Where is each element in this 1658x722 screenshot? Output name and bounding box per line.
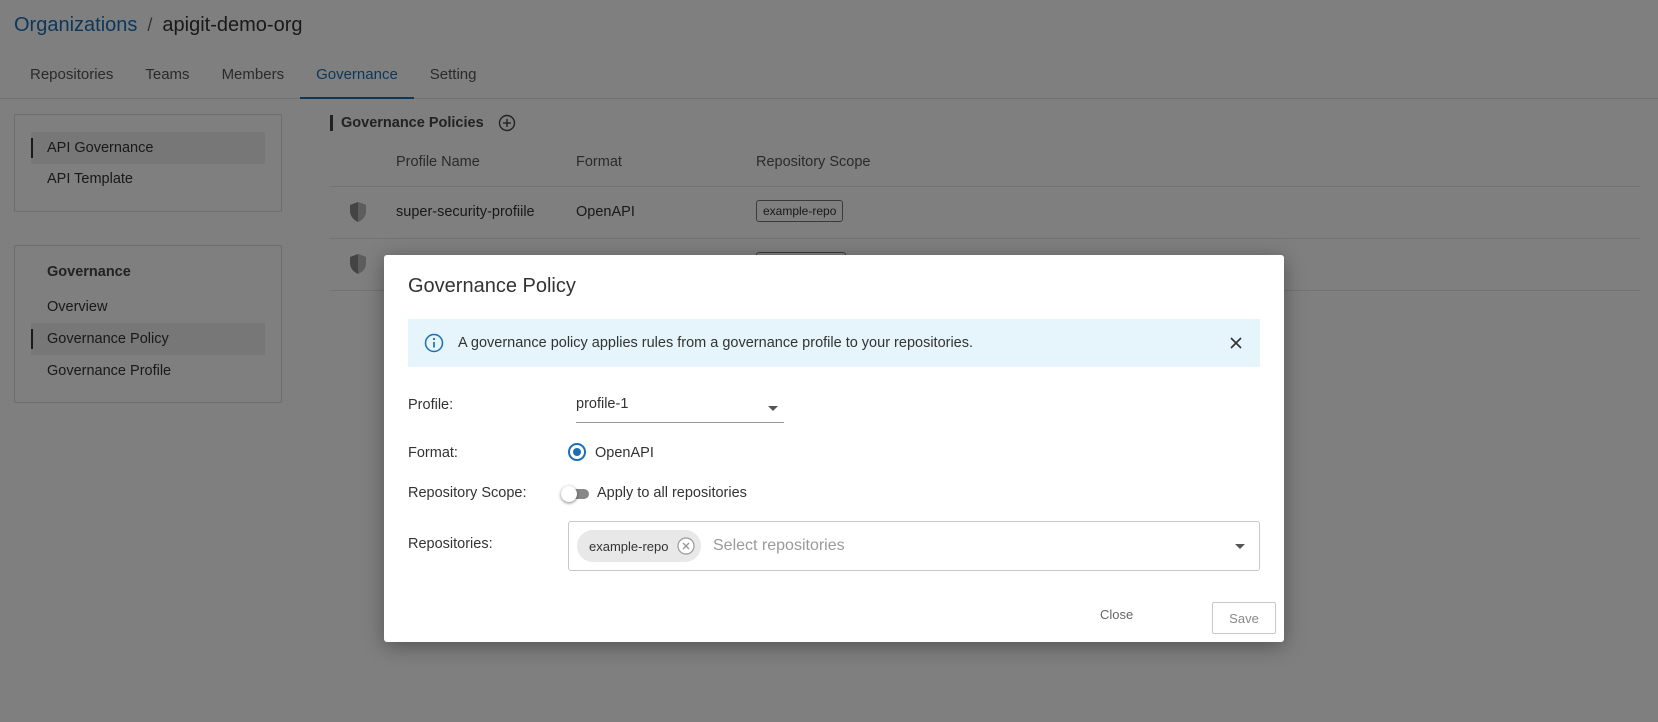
repo-chip: example-repo — [577, 530, 701, 562]
chevron-down-icon — [768, 406, 778, 411]
dialog-title: Governance Policy — [408, 275, 576, 297]
repo-chip-label: example-repo — [589, 538, 669, 554]
repositories-select[interactable]: example-repo Select repositories — [568, 521, 1260, 571]
info-icon — [424, 333, 444, 353]
profile-select[interactable]: profile-1 — [576, 393, 784, 423]
repositories-label: Repositories: — [408, 536, 493, 552]
format-radio-openapi[interactable] — [568, 443, 586, 461]
close-button[interactable]: Close — [1100, 607, 1133, 622]
profile-label: Profile: — [408, 397, 454, 413]
toggle-knob — [561, 486, 577, 502]
format-radio-label[interactable]: OpenAPI — [595, 445, 654, 461]
repository-scope-label: Repository Scope: — [408, 485, 527, 501]
governance-policy-dialog: Governance Policy A governance policy ap… — [384, 255, 1284, 642]
format-label: Format: — [408, 445, 458, 461]
remove-circle-icon[interactable] — [676, 537, 695, 555]
info-alert: A governance policy applies rules from a… — [408, 319, 1260, 367]
alert-text: A governance policy applies rules from a… — [458, 335, 974, 351]
apply-all-label[interactable]: Apply to all repositories — [597, 485, 747, 501]
save-button[interactable]: Save — [1212, 602, 1276, 634]
close-icon[interactable] — [1226, 333, 1246, 353]
profile-select-value: profile-1 — [576, 396, 629, 412]
repositories-placeholder[interactable]: Select repositories — [713, 537, 845, 555]
apply-all-toggle[interactable] — [561, 486, 589, 502]
chevron-down-icon[interactable] — [1235, 544, 1245, 549]
